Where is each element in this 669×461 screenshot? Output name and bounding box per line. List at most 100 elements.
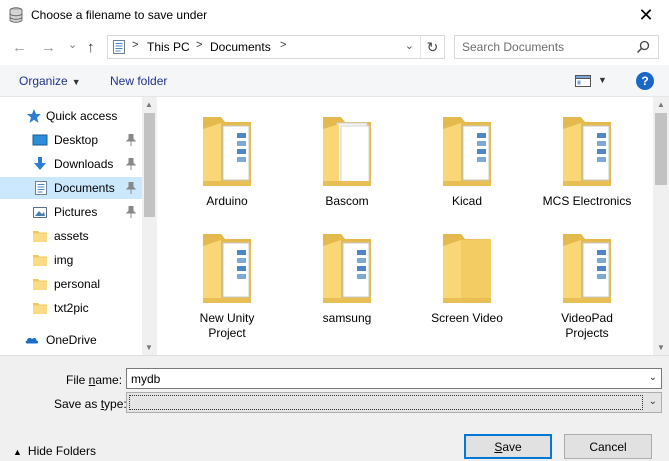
- folder-item-screen-video[interactable]: Screen Video: [407, 228, 527, 326]
- sidebar-item-label: Pictures: [54, 205, 98, 219]
- chevron-down-icon[interactable]: ⌄: [649, 372, 657, 383]
- sidebar-item-documents[interactable]: Documents: [0, 177, 142, 199]
- navigation-bar: ← → ⌄ ↑ > This PC > Documents > ⌄ ↻: [0, 31, 669, 65]
- recent-locations-button[interactable]: ⌄: [68, 37, 77, 53]
- change-view-icon[interactable]: [575, 75, 591, 87]
- search-input[interactable]: [462, 39, 632, 55]
- hide-folders-toggle[interactable]: ▲ Hide Folders: [13, 444, 96, 458]
- save-as-type-label: Save as type:: [54, 397, 127, 411]
- pin-icon[interactable]: [126, 206, 136, 218]
- close-button[interactable]: ✕: [623, 0, 669, 31]
- address-history-dropdown-icon[interactable]: ⌄: [405, 39, 414, 52]
- sidebar-item-onedrive[interactable]: OneDrive: [0, 329, 142, 351]
- breadcrumb-separator: >: [280, 39, 287, 51]
- refresh-icon: ↻: [426, 38, 439, 55]
- refresh-button[interactable]: ↻: [420, 36, 444, 58]
- search-box[interactable]: [454, 35, 659, 59]
- close-icon: ✕: [638, 5, 654, 25]
- search-icon: [636, 40, 650, 54]
- desktop-icon: [32, 134, 48, 146]
- folder-with-documents-icon: [203, 117, 251, 186]
- file-list-scrollbar[interactable]: ▲ ▼: [653, 97, 669, 355]
- scroll-up-arrow-icon[interactable]: ▲: [657, 100, 665, 109]
- sidebar-item-downloads[interactable]: Downloads: [0, 153, 142, 175]
- organize-menu-button[interactable]: Organize ▼: [19, 74, 81, 88]
- sidebar-item-img[interactable]: img: [0, 249, 142, 271]
- sidebar-item-personal[interactable]: personal: [0, 273, 142, 295]
- file-name: VideoPad Projects: [561, 311, 613, 340]
- folder-icon: [33, 231, 47, 242]
- sidebar-item-label: txt2pic: [54, 301, 89, 315]
- title-bar: Choose a filename to save under ✕: [0, 0, 669, 31]
- sidebar-item-pictures[interactable]: Pictures: [0, 201, 142, 223]
- folder-icon: [33, 279, 47, 290]
- save-as-type-value: [129, 395, 643, 410]
- forward-button[interactable]: →: [41, 40, 56, 56]
- empty-folder-icon: [443, 234, 491, 303]
- file-name-input[interactable]: [131, 371, 631, 386]
- folder-with-documents-icon: [563, 117, 611, 186]
- breadcrumb-this-pc[interactable]: This PC: [147, 40, 190, 54]
- folder-item-samsung[interactable]: samsung: [287, 228, 407, 326]
- folder-with-documents-icon: [323, 234, 371, 303]
- sidebar-item-desktop[interactable]: Desktop: [0, 129, 142, 151]
- navigation-pane: Quick access Desktop Downloads Documents…: [0, 97, 157, 355]
- new-folder-button[interactable]: New folder: [110, 74, 167, 88]
- folder-item-arduino[interactable]: Arduino: [167, 111, 287, 209]
- breadcrumb-separator: >: [132, 39, 139, 51]
- pin-icon[interactable]: [126, 182, 136, 194]
- save-form: File name: ⌄ Save as type: ⌄ ▲ Hide Folde…: [0, 355, 669, 461]
- sidebar-item-assets[interactable]: assets: [0, 225, 142, 247]
- help-button[interactable]: ?: [636, 72, 654, 90]
- breadcrumb-documents[interactable]: Documents: [210, 40, 271, 54]
- sidebar-scroll-thumb[interactable]: [144, 113, 155, 217]
- folder-item-kicad[interactable]: Kicad: [407, 111, 527, 209]
- sidebar-item-label: Desktop: [54, 133, 99, 147]
- up-button[interactable]: ↑: [87, 40, 95, 56]
- file-name-label: File name:: [66, 373, 123, 387]
- file-name: samsung: [322, 311, 372, 325]
- view-options-dropdown-icon[interactable]: ▼: [598, 75, 607, 85]
- pin-icon[interactable]: [126, 158, 136, 170]
- file-name: Kicad: [451, 194, 483, 208]
- chevron-up-icon: ▲: [13, 447, 22, 457]
- folder-item-new-unity-project[interactable]: New Unity Project: [167, 228, 287, 341]
- file-list: Arduino Bascom Kicad MCS Electronics New…: [157, 97, 653, 355]
- sidebar-item-label: Quick access: [46, 109, 118, 123]
- folder-with-documents-icon: [443, 117, 491, 186]
- download-icon: [34, 157, 46, 170]
- address-bar[interactable]: > This PC > Documents > ⌄ ↻: [107, 35, 445, 59]
- hide-folders-label: Hide Folders: [27, 444, 96, 458]
- cancel-button[interactable]: Cancel: [564, 434, 652, 459]
- sidebar-item-label: assets: [54, 229, 89, 243]
- documents-icon: [113, 40, 125, 54]
- file-name: MCS Electronics: [542, 194, 632, 208]
- file-name: New Unity Project: [199, 311, 255, 340]
- scroll-up-arrow-icon[interactable]: ▲: [145, 100, 153, 109]
- save-button[interactable]: Save: [464, 434, 552, 459]
- scroll-down-arrow-icon[interactable]: ▼: [657, 343, 665, 352]
- sidebar-item-label: img: [54, 253, 74, 267]
- folder-with-documents-icon: [563, 234, 611, 303]
- folder-item-bascom[interactable]: Bascom: [287, 111, 407, 209]
- file-name-field[interactable]: ⌄: [126, 368, 662, 389]
- save-as-type-select[interactable]: ⌄: [126, 392, 662, 413]
- sidebar-item-label: personal: [54, 277, 101, 291]
- pictures-icon: [33, 207, 47, 218]
- pin-icon[interactable]: [126, 134, 136, 146]
- chevron-down-icon[interactable]: ⌄: [649, 396, 657, 407]
- organize-label: Organize: [19, 74, 68, 88]
- back-button[interactable]: ←: [12, 40, 27, 56]
- folder-item-mcs-electronics[interactable]: MCS Electronics: [527, 111, 647, 209]
- sidebar-item-quick-access[interactable]: Quick access: [0, 105, 142, 127]
- sidebar-item-label: Downloads: [54, 157, 114, 171]
- sidebar-scrollbar[interactable]: ▲ ▼: [142, 97, 157, 355]
- breadcrumb-separator: >: [196, 39, 203, 51]
- star-icon: [27, 109, 41, 123]
- file-name: Bascom: [325, 194, 369, 208]
- file-list-scroll-thumb[interactable]: [655, 113, 667, 185]
- folder-item-videopad-projects[interactable]: VideoPad Projects: [527, 228, 647, 341]
- scroll-down-arrow-icon[interactable]: ▼: [145, 343, 153, 352]
- folder-icon: [33, 255, 47, 266]
- sidebar-item-txt2pic[interactable]: txt2pic: [0, 297, 142, 319]
